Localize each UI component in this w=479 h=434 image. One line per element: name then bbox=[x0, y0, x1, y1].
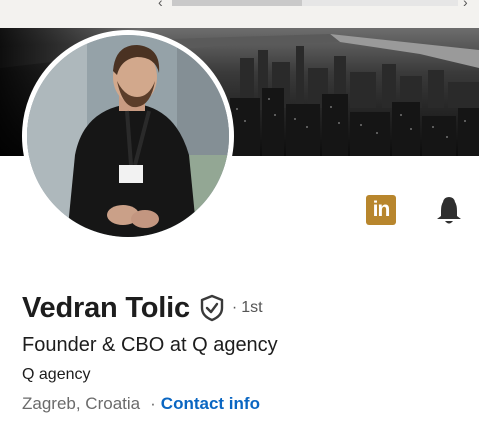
scroll-right-arrow-icon[interactable]: › bbox=[463, 0, 468, 10]
linkedin-icon[interactable]: in bbox=[366, 195, 396, 225]
profile-company[interactable]: Q agency bbox=[22, 366, 90, 384]
bell-glyph bbox=[437, 197, 461, 224]
browser-toolbar: ‹ › bbox=[0, 0, 479, 28]
shield-check-icon[interactable] bbox=[199, 294, 225, 322]
degree-separator: · bbox=[231, 299, 238, 316]
degree-label: 1st bbox=[241, 299, 263, 316]
name-row: Vedran Tolic · 1st bbox=[22, 290, 263, 326]
profile-photo[interactable] bbox=[22, 30, 234, 242]
scroll-left-arrow-icon[interactable]: ‹ bbox=[158, 0, 163, 10]
profile-headline: Founder & CBO at Q agency bbox=[22, 334, 278, 356]
profile-name: Vedran Tolic bbox=[22, 291, 190, 324]
connection-degree: · 1st bbox=[232, 299, 263, 317]
scrollbar-thumb[interactable] bbox=[172, 0, 302, 6]
person-portrait-image bbox=[27, 35, 229, 237]
contact-info-link[interactable]: Contact info bbox=[161, 394, 260, 414]
profile-location: Zagreb, Croatia bbox=[22, 394, 141, 413]
linkedin-glyph: in bbox=[372, 198, 391, 221]
bell-icon[interactable] bbox=[432, 193, 466, 227]
horizontal-scrollbar[interactable] bbox=[172, 0, 458, 6]
location-row: Zagreb, Croatia · Contact info bbox=[22, 394, 260, 414]
location-separator: · bbox=[150, 394, 156, 413]
